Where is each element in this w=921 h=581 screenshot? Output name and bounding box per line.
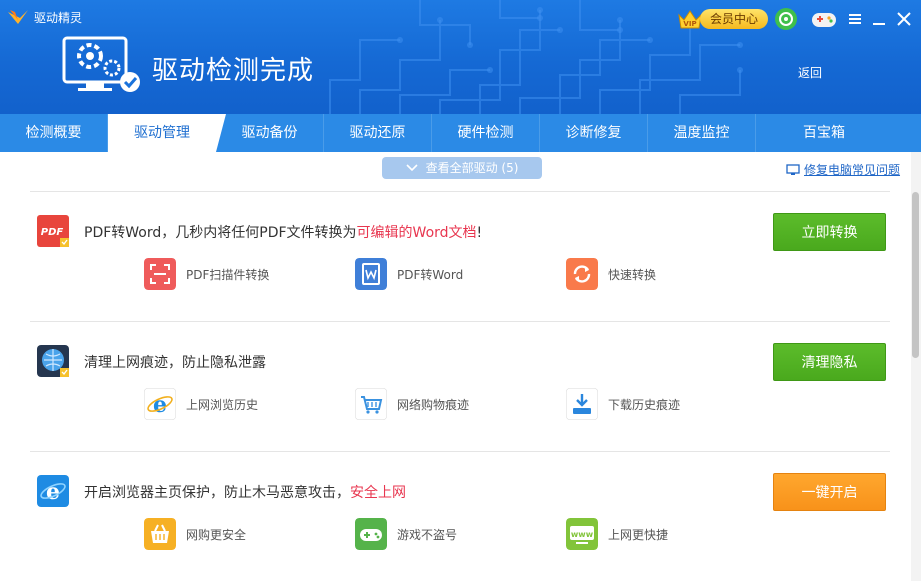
monitor-gear-icon xyxy=(62,36,140,92)
tab-driver-backup[interactable]: 驱动备份 xyxy=(216,114,324,152)
feature-label: 网络购物痕迹 xyxy=(397,397,470,412)
menu-icon[interactable] xyxy=(846,7,864,31)
vertical-scrollbar-thumb[interactable] xyxy=(912,192,919,358)
feature-fast-convert[interactable]: 快速转换 xyxy=(566,258,656,290)
refresh-icon xyxy=(566,258,598,290)
word-doc-icon xyxy=(355,258,387,290)
content-panel: 查看全部驱动 (5) 修复电脑常见问题 PDF PDF转Word，几秒内将任何P… xyxy=(0,152,921,581)
shield-icon[interactable] xyxy=(774,7,798,31)
close-icon[interactable] xyxy=(894,7,914,31)
tab-hardware-detection[interactable]: 硬件检测 xyxy=(432,114,540,152)
clean-privacy-button[interactable]: 清理隐私 xyxy=(773,343,886,381)
feature-pdf-scan-convert[interactable]: PDF扫描件转换 xyxy=(144,258,269,290)
convert-now-button[interactable]: 立即转换 xyxy=(773,213,886,251)
view-all-label: 查看全部驱动 (5) xyxy=(425,161,519,175)
feature-label: 网购更安全 xyxy=(186,527,247,542)
tab-detection-overview[interactable]: 检测概要 xyxy=(0,114,108,152)
ie-shield-icon: e xyxy=(37,475,69,507)
pdf-title-suffix: ! xyxy=(476,225,483,241)
ie-browser-icon: e xyxy=(144,388,176,420)
feature-faster-browsing[interactable]: www 上网更快捷 xyxy=(566,518,668,550)
gamepad-icon[interactable] xyxy=(810,7,838,31)
tab-driver-management[interactable]: 驱动管理 xyxy=(108,114,226,152)
download-icon xyxy=(566,388,598,420)
tab-diagnose-repair[interactable]: 诊断修复 xyxy=(540,114,648,152)
browser-protect-section: e 开启浏览器主页保护，防止木马恶意攻击，安全上网 一键开启 网购更安全 游戏不… xyxy=(0,452,921,580)
view-all-drivers-button[interactable]: 查看全部驱动 (5) xyxy=(382,157,542,179)
feature-label: 上网更快捷 xyxy=(608,527,669,542)
minimize-icon[interactable] xyxy=(870,7,888,31)
pdf-title-highlight: 可编辑的Word文档 xyxy=(356,225,477,241)
pdf-convert-section: PDF PDF转Word，几秒内将任何PDF文件转换为可编辑的Word文档! 立… xyxy=(0,192,921,320)
feature-label: 快速转换 xyxy=(608,267,657,282)
feature-browse-history[interactable]: e 上网浏览历史 xyxy=(144,388,258,420)
svg-text:www: www xyxy=(571,530,594,539)
pdf-title-text: PDF转Word，几秒内将任何PDF文件转换为 xyxy=(84,225,357,241)
privacy-section-title: 清理上网痕迹，防止隐私泄露 xyxy=(84,352,266,372)
feature-label: PDF扫描件转换 xyxy=(186,267,270,282)
tab-driver-restore[interactable]: 驱动还原 xyxy=(324,114,432,152)
privacy-title-text: 清理上网痕迹，防止隐私泄露 xyxy=(84,355,266,371)
feature-shopping-traces[interactable]: 网络购物痕迹 xyxy=(355,388,469,420)
privacy-clean-icon xyxy=(37,345,69,377)
browser-section-title: 开启浏览器主页保护，防止木马恶意攻击，安全上网 xyxy=(84,482,406,502)
fix-common-problems-link[interactable]: 修复电脑常见问题 xyxy=(786,161,900,178)
pdf-section-title: PDF转Word，几秒内将任何PDF文件转换为可编辑的Word文档! xyxy=(84,222,482,242)
basket-icon xyxy=(144,518,176,550)
main-tab-bar: 检测概要 驱动管理 驱动备份 驱动还原 硬件检测 诊断修复 温度监控 百宝箱 xyxy=(0,114,921,152)
svg-text:PDF: PDF xyxy=(41,227,64,238)
app-title: 驱动精灵 xyxy=(34,10,83,25)
title-header: 驱动精灵 驱动检测完成 返回 VIP 会员中心 xyxy=(0,0,921,114)
svg-text:VIP: VIP xyxy=(683,20,696,28)
monitor-icon xyxy=(786,163,800,175)
svg-text:e: e xyxy=(153,392,167,418)
app-logo: 驱动精灵 xyxy=(6,8,82,26)
gamepad-icon xyxy=(355,518,387,550)
svg-text:e: e xyxy=(46,479,60,505)
page-title: 驱动检测完成 xyxy=(152,56,315,86)
feature-label: 上网浏览历史 xyxy=(186,397,259,412)
vip-member-center-button[interactable]: VIP 会员中心 xyxy=(676,6,769,32)
browser-title-highlight: 安全上网 xyxy=(350,485,406,501)
browser-title-text: 开启浏览器主页保护，防止木马恶意攻击， xyxy=(84,485,350,501)
feature-game-account-safe[interactable]: 游戏不盗号 xyxy=(355,518,457,550)
feature-pdf-to-word[interactable]: PDF转Word xyxy=(355,258,463,290)
feature-download-history[interactable]: 下载历史痕迹 xyxy=(566,388,680,420)
vip-label: 会员中心 xyxy=(700,9,769,29)
feature-label: PDF转Word xyxy=(397,267,464,282)
chevron-down-icon xyxy=(406,164,418,172)
one-click-enable-button[interactable]: 一键开启 xyxy=(773,473,886,511)
dragonfly-logo-icon xyxy=(8,10,28,24)
back-link[interactable]: 返回 xyxy=(798,64,822,81)
privacy-clean-section: 清理上网痕迹，防止隐私泄露 清理隐私 e 上网浏览历史 网络购物痕迹 下载历史痕… xyxy=(0,322,921,450)
www-icon: www xyxy=(566,518,598,550)
feature-safe-shopping[interactable]: 网购更安全 xyxy=(144,518,246,550)
shopping-cart-icon xyxy=(355,388,387,420)
scan-icon xyxy=(144,258,176,290)
feature-label: 下载历史痕迹 xyxy=(608,397,681,412)
pdf-icon: PDF xyxy=(37,215,69,247)
fix-link-label: 修复电脑常见问题 xyxy=(804,163,901,177)
tab-temperature-monitor[interactable]: 温度监控 xyxy=(648,114,756,152)
feature-label: 游戏不盗号 xyxy=(397,527,458,542)
tab-toolbox[interactable]: 百宝箱 xyxy=(756,114,892,152)
